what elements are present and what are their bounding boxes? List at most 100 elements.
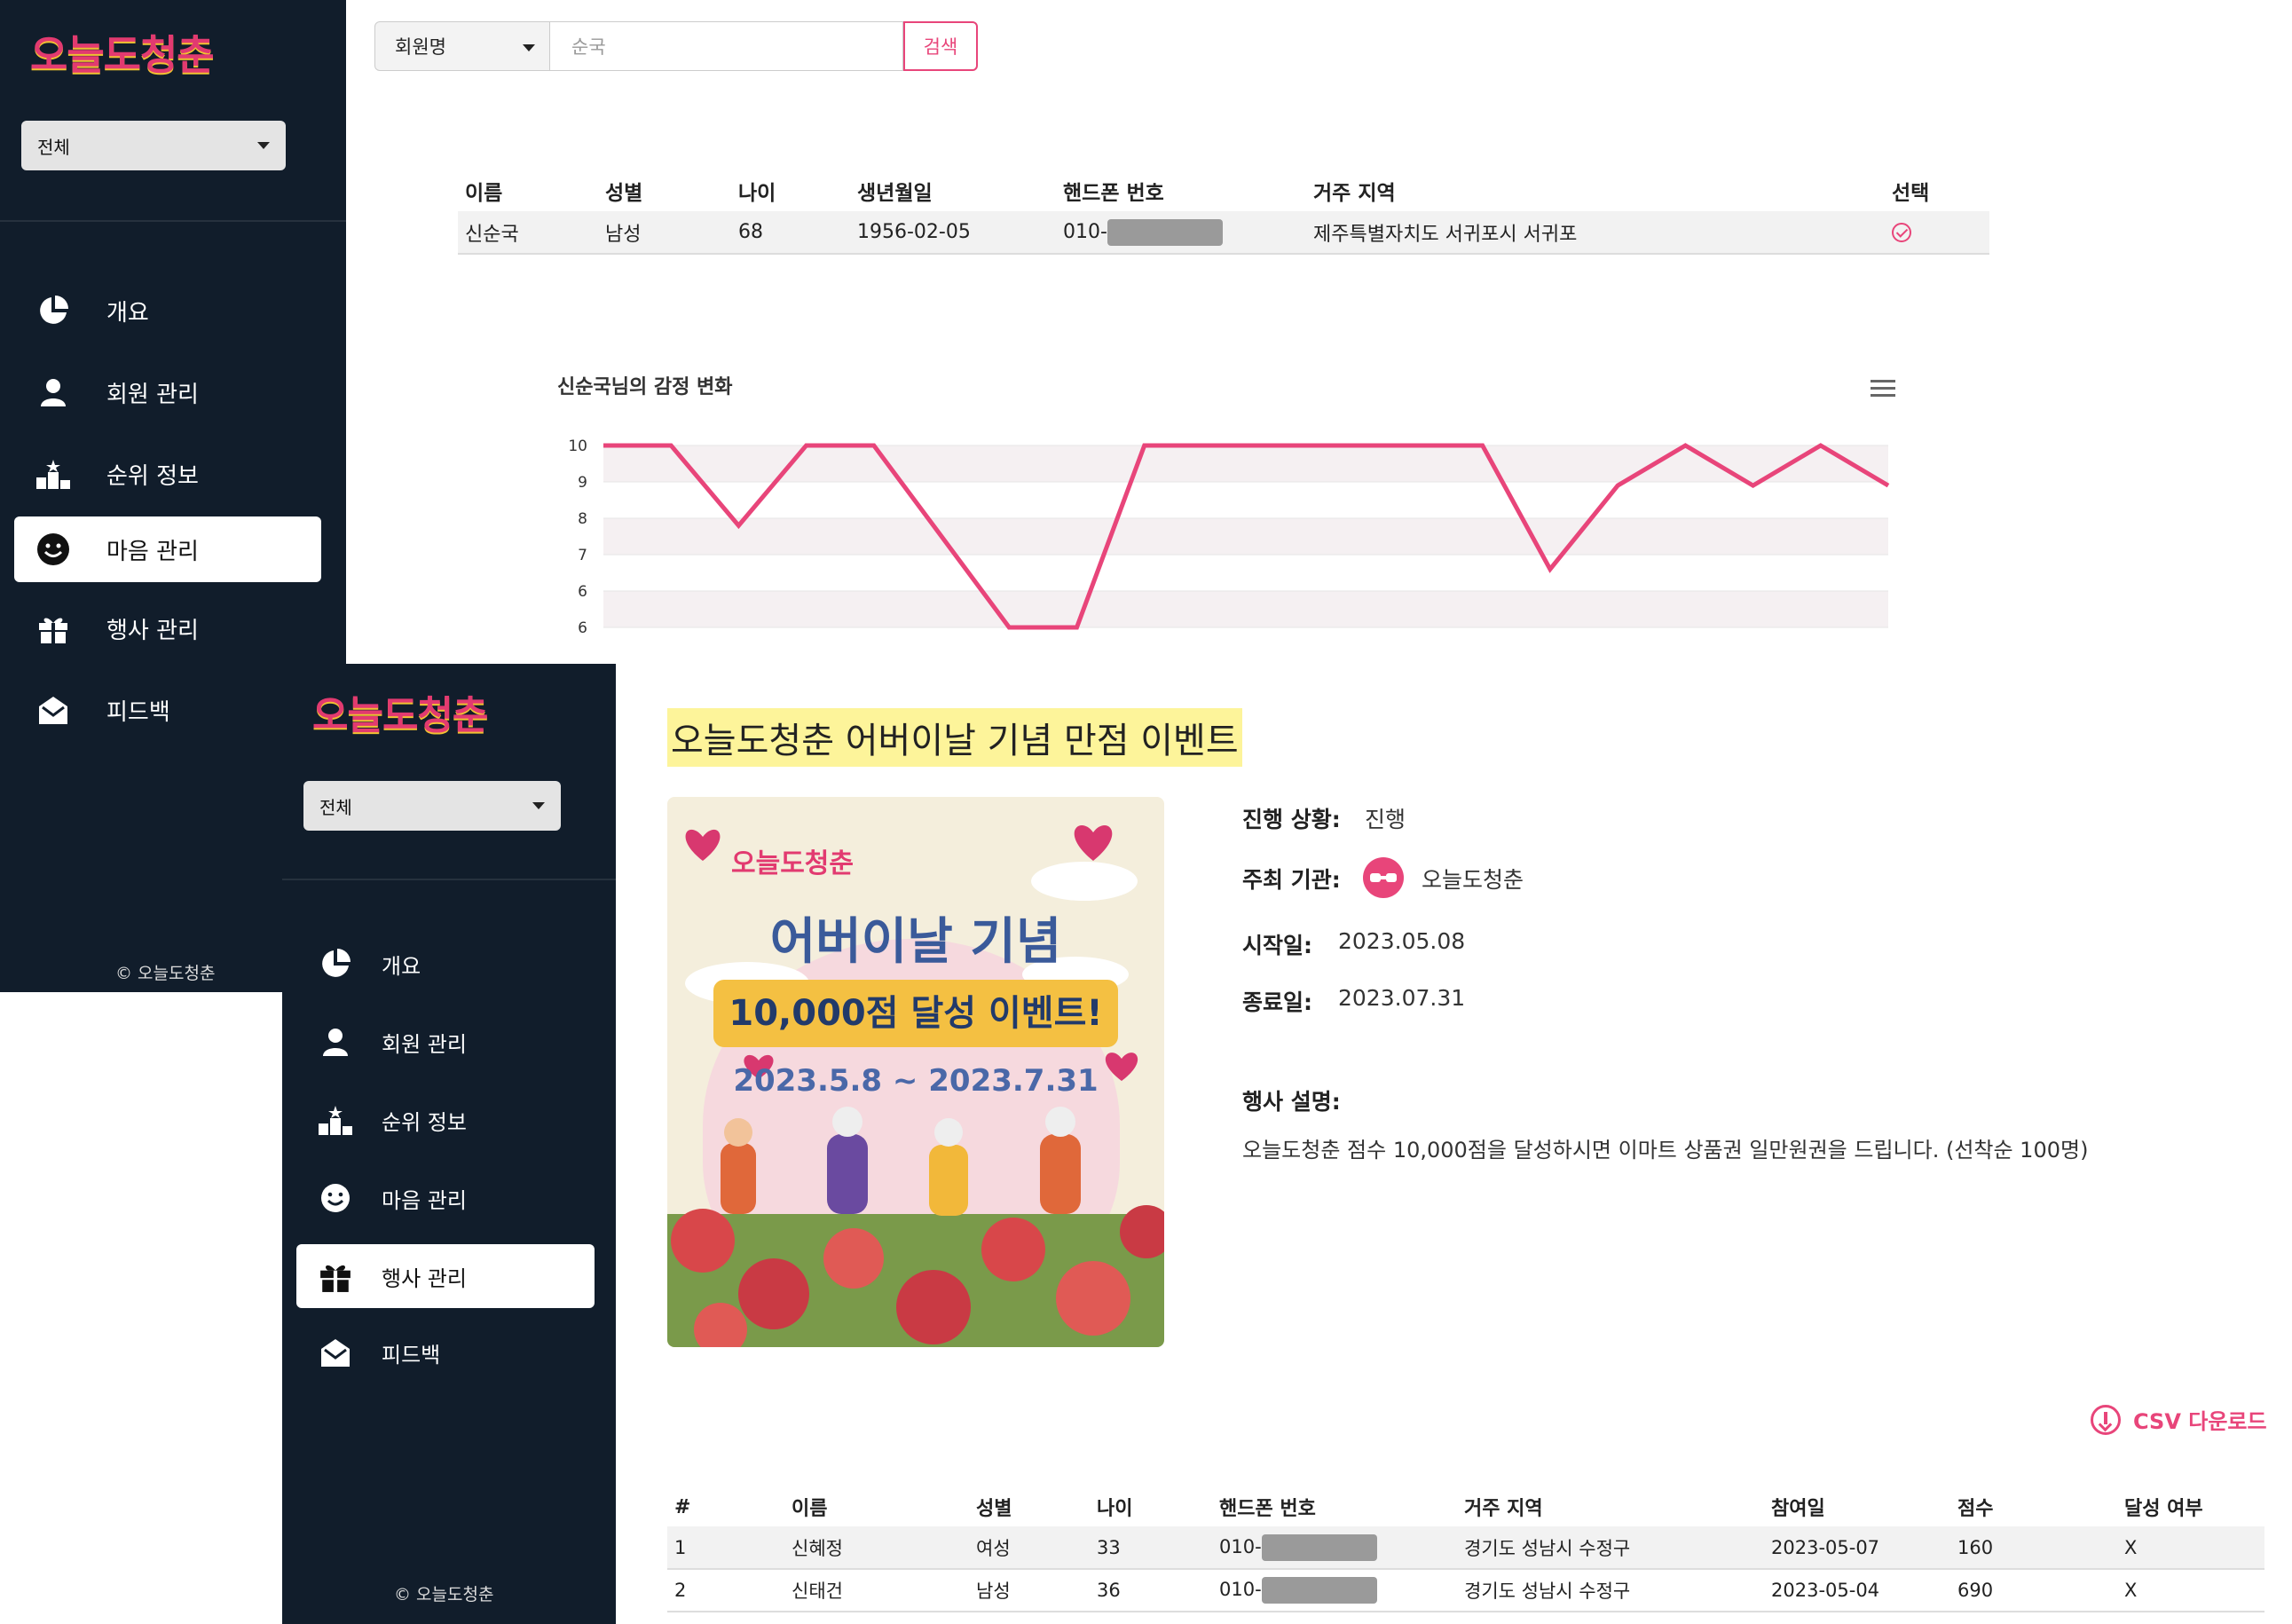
sidebar-footer: © 오늘도청춘 [115, 964, 216, 983]
chevron-down-icon [523, 44, 535, 51]
podium-icon [318, 1102, 353, 1138]
y-tick-label: 6 [578, 619, 587, 637]
redacted-block [1261, 1577, 1377, 1604]
member-gender: 남성 [605, 211, 738, 255]
column-header: 점수 [1957, 1498, 1994, 1520]
participant-score: 690 [1957, 1569, 2124, 1612]
smile-icon [35, 532, 71, 567]
sidebar-filter-select[interactable]: 전체 [303, 781, 561, 831]
search-type-select[interactable]: 회원명 [374, 21, 550, 71]
sidebar-item-members[interactable]: 회원 관리 [318, 1017, 584, 1067]
status-label: 진행 상황: [1242, 807, 1341, 832]
search-input[interactable]: 순국 [550, 21, 903, 71]
sidebar-item-overview[interactable]: 개요 [35, 286, 319, 335]
smile-icon [318, 1180, 353, 1216]
emotion-chart: 10 9 8 7 6 6 [568, 438, 1890, 637]
csv-download-button[interactable]: CSV 다운로드 [2091, 1404, 2267, 1435]
event-title: 오늘도청춘 어버이날 기념 만점 이벤트 [667, 708, 1242, 767]
chart-menu-icon[interactable] [1871, 380, 1895, 401]
member-select-cell [1892, 211, 1989, 255]
search-bar: 회원명 순국 검색 [374, 21, 978, 71]
podium-icon [35, 456, 71, 492]
brand-logo[interactable]: 오늘도청춘 [30, 23, 215, 82]
search-button[interactable]: 검색 [903, 21, 978, 71]
download-icon [2091, 1404, 2121, 1435]
user-icon [35, 374, 71, 410]
column-header: 거주 지역 [1313, 182, 1396, 205]
csv-download-label: CSV 다운로드 [2133, 1409, 2267, 1434]
gift-icon [35, 611, 71, 646]
column-header: 생년월일 [857, 182, 933, 205]
participant-region: 경기도 성남시 수정구 [1464, 1569, 1771, 1612]
column-header: 이름 [792, 1498, 828, 1520]
column-header: 성별 [976, 1498, 1012, 1520]
column-header: # [674, 1495, 691, 1518]
redacted-block [1107, 218, 1223, 246]
sidebar-item-label: 개요 [106, 299, 149, 327]
pie-chart-icon [318, 946, 353, 981]
host-logo-icon [1363, 857, 1404, 898]
table-row[interactable]: 신순국 남성 68 1956-02-05 010- 제주특별자치도 서귀포시 서… [458, 211, 1989, 255]
sidebar-filter-value: 전체 [319, 796, 352, 818]
sidebar-item-members[interactable]: 회원 관리 [35, 367, 319, 417]
row-number: 1 [667, 1526, 792, 1570]
column-header: 성별 [605, 182, 643, 205]
sidebar-item-label: 행사 관리 [106, 617, 199, 644]
sidebar-item-overview[interactable]: 개요 [318, 939, 584, 989]
user-icon [318, 1024, 353, 1060]
grid-band [603, 591, 1888, 627]
sidebar-item-ranking[interactable]: 순위 정보 [318, 1095, 584, 1145]
participant-age: 33 [1097, 1526, 1219, 1570]
sidebar-filter-select[interactable]: 전체 [21, 121, 286, 170]
sidebar-divider [0, 220, 346, 222]
table-row[interactable]: 1 신혜정 여성 33 010- 경기도 성남시 수정구 2023-05-07 … [667, 1526, 2264, 1570]
y-tick-label: 6 [578, 583, 587, 601]
member-birth: 1956-02-05 [857, 211, 1063, 255]
status-value: 진행 [1365, 807, 1406, 832]
chevron-down-icon [257, 142, 270, 149]
poster-dates: 2023.5.8 ~ 2023.7.31 [733, 1063, 1099, 1099]
poster-heading: 어버이날 기념 [769, 913, 1062, 971]
sidebar-item-events[interactable]: 행사 관리 [296, 1244, 595, 1308]
start-label: 시작일: [1242, 933, 1312, 958]
sidebar-item-label: 피드백 [106, 698, 170, 726]
end-value: 2023.07.31 [1338, 985, 1466, 1011]
envelope-open-icon [318, 1335, 353, 1370]
sidebar-item-mind[interactable]: 마음 관리 [14, 516, 321, 582]
y-tick-label: 10 [568, 438, 587, 455]
sidebar-item-mind[interactable]: 마음 관리 [318, 1173, 584, 1223]
participant-achieved: X [2124, 1569, 2264, 1612]
table-header-row: 이름 성별 나이 생년월일 핸드폰 번호 거주 지역 선택 [458, 170, 1989, 211]
sidebar-divider [282, 879, 616, 880]
column-header: 달성 여부 [2124, 1498, 2203, 1520]
table-header-row: # 이름 성별 나이 핸드폰 번호 거주 지역 참여일 점수 달성 여부 [667, 1487, 2264, 1526]
participants-table: # 이름 성별 나이 핸드폰 번호 거주 지역 참여일 점수 달성 여부 1 신… [667, 1487, 2264, 1612]
sidebar-front: 오늘도청춘 전체 개요 회원 관리 순위 정보 마음 관리 행사 관리 피드백 … [282, 664, 616, 1624]
sidebar-item-feedback[interactable]: 피드백 [318, 1328, 584, 1377]
column-header: 거주 지역 [1464, 1498, 1543, 1520]
sidebar-item-ranking[interactable]: 순위 정보 [35, 449, 319, 499]
sidebar-item-events[interactable]: 행사 관리 [35, 603, 319, 653]
participant-phone: 010- [1219, 1569, 1464, 1612]
pie-chart-icon [35, 293, 71, 328]
column-header: 참여일 [1771, 1498, 1825, 1520]
member-name: 신순국 [458, 211, 605, 255]
member-region: 제주특별자치도 서귀포시 서귀포 [1313, 211, 1892, 255]
participant-date: 2023-05-04 [1771, 1569, 1957, 1612]
member-age: 68 [738, 211, 857, 255]
poster-badge: 10,000점 달성 이벤트! [713, 980, 1118, 1047]
sidebar-item-label: 회원 관리 [106, 381, 199, 408]
sidebar-filter-value: 전체 [37, 136, 70, 158]
phone-prefix: 010- [1219, 1535, 1262, 1557]
sidebar-item-feedback[interactable]: 피드백 [35, 685, 319, 735]
check-circle-icon[interactable] [1892, 223, 1911, 242]
y-tick-label: 8 [578, 510, 587, 528]
host-label: 주최 기관: [1242, 867, 1341, 893]
sidebar-item-label: 개요 [382, 953, 421, 979]
column-header: 핸드폰 번호 [1219, 1498, 1316, 1520]
y-tick-label: 9 [578, 474, 587, 492]
table-row[interactable]: 2 신태건 남성 36 010- 경기도 성남시 수정구 2023-05-04 … [667, 1569, 2264, 1612]
column-header: 선택 [1892, 182, 1930, 205]
event-poster: 오늘도청춘 어버이날 기념 10,000점 달성 이벤트! 2023.5.8 ~… [667, 797, 1164, 1347]
brand-logo[interactable]: 오늘도청춘 [312, 683, 488, 740]
